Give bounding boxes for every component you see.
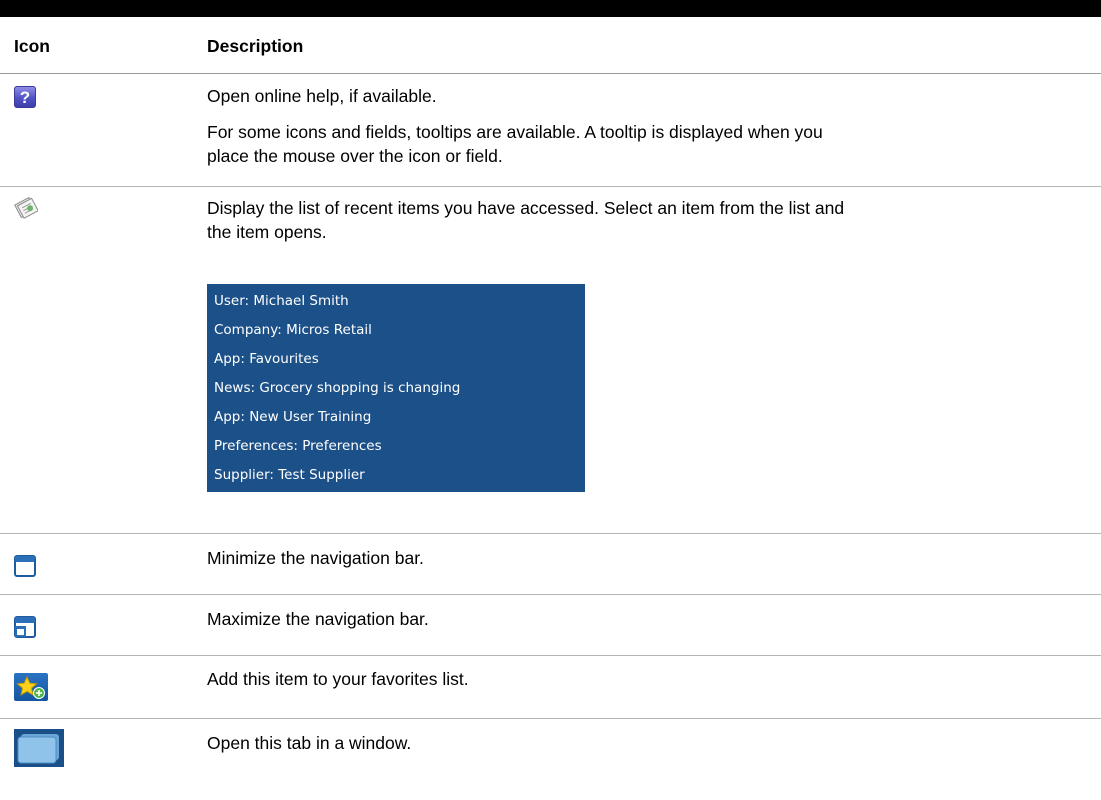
icon-column-header: Icon <box>14 36 50 56</box>
table-row: Minimize the navigation bar. <box>0 534 1101 595</box>
recent-item[interactable]: App: Favourites <box>214 345 319 373</box>
recent-item[interactable]: App: New User Training <box>214 403 371 431</box>
description-text: Maximize the navigation bar. <box>207 609 429 629</box>
description-column-header: Description <box>207 36 304 56</box>
minimize-icon <box>14 555 36 582</box>
table-row: Add this item to your favorites list. <box>0 656 1101 719</box>
description-text: For some icons and fields, tooltips are … <box>207 122 823 142</box>
description-text: Open online help, if available. <box>207 86 437 106</box>
recent-item[interactable]: Supplier: Test Supplier <box>214 461 365 489</box>
description-text: place the mouse over the icon or field. <box>207 146 503 166</box>
recent-items-list: User: Michael Smith Company: Micros Reta… <box>207 284 585 492</box>
description-cell: Add this item to your favorites list. <box>207 667 1087 691</box>
recent-item[interactable]: News: Grocery shopping is changing <box>214 374 460 402</box>
description-cell: Maximize the navigation bar. <box>207 607 1087 631</box>
table-row: Display the list of recent items you hav… <box>0 187 1101 534</box>
description-cell: Minimize the navigation bar. <box>207 546 1087 570</box>
recent-item[interactable]: Preferences: Preferences <box>214 432 382 460</box>
description-cell: Display the list of recent items you hav… <box>207 196 1087 496</box>
description-cell: Open this tab in a window. <box>207 731 1087 755</box>
description-text: Add this item to your favorites list. <box>207 669 469 689</box>
icon-reference-page: Icon Description ? Open online help, if … <box>0 0 1101 800</box>
table-row: Open this tab in a window. <box>0 719 1101 800</box>
table-header: Icon Description <box>0 17 1101 74</box>
table-row: Maximize the navigation bar. <box>0 595 1101 656</box>
top-rule <box>0 0 1101 17</box>
description-text: Minimize the navigation bar. <box>207 548 424 568</box>
description-text: the item opens. <box>207 222 327 242</box>
maximize-icon <box>14 616 36 643</box>
add-favorite-icon <box>14 673 48 701</box>
description-text: Open this tab in a window. <box>207 733 412 753</box>
recent-items-icon <box>14 195 39 224</box>
recent-item[interactable]: Company: Micros Retail <box>214 316 372 344</box>
open-in-window-icon <box>14 729 64 767</box>
table-row: ? Open online help, if available. For so… <box>0 74 1101 187</box>
description-cell: Open online help, if available. For some… <box>207 84 1087 168</box>
help-icon: ? <box>14 86 36 108</box>
description-text: Display the list of recent items you hav… <box>207 198 845 218</box>
recent-item[interactable]: User: Michael Smith <box>214 287 349 315</box>
